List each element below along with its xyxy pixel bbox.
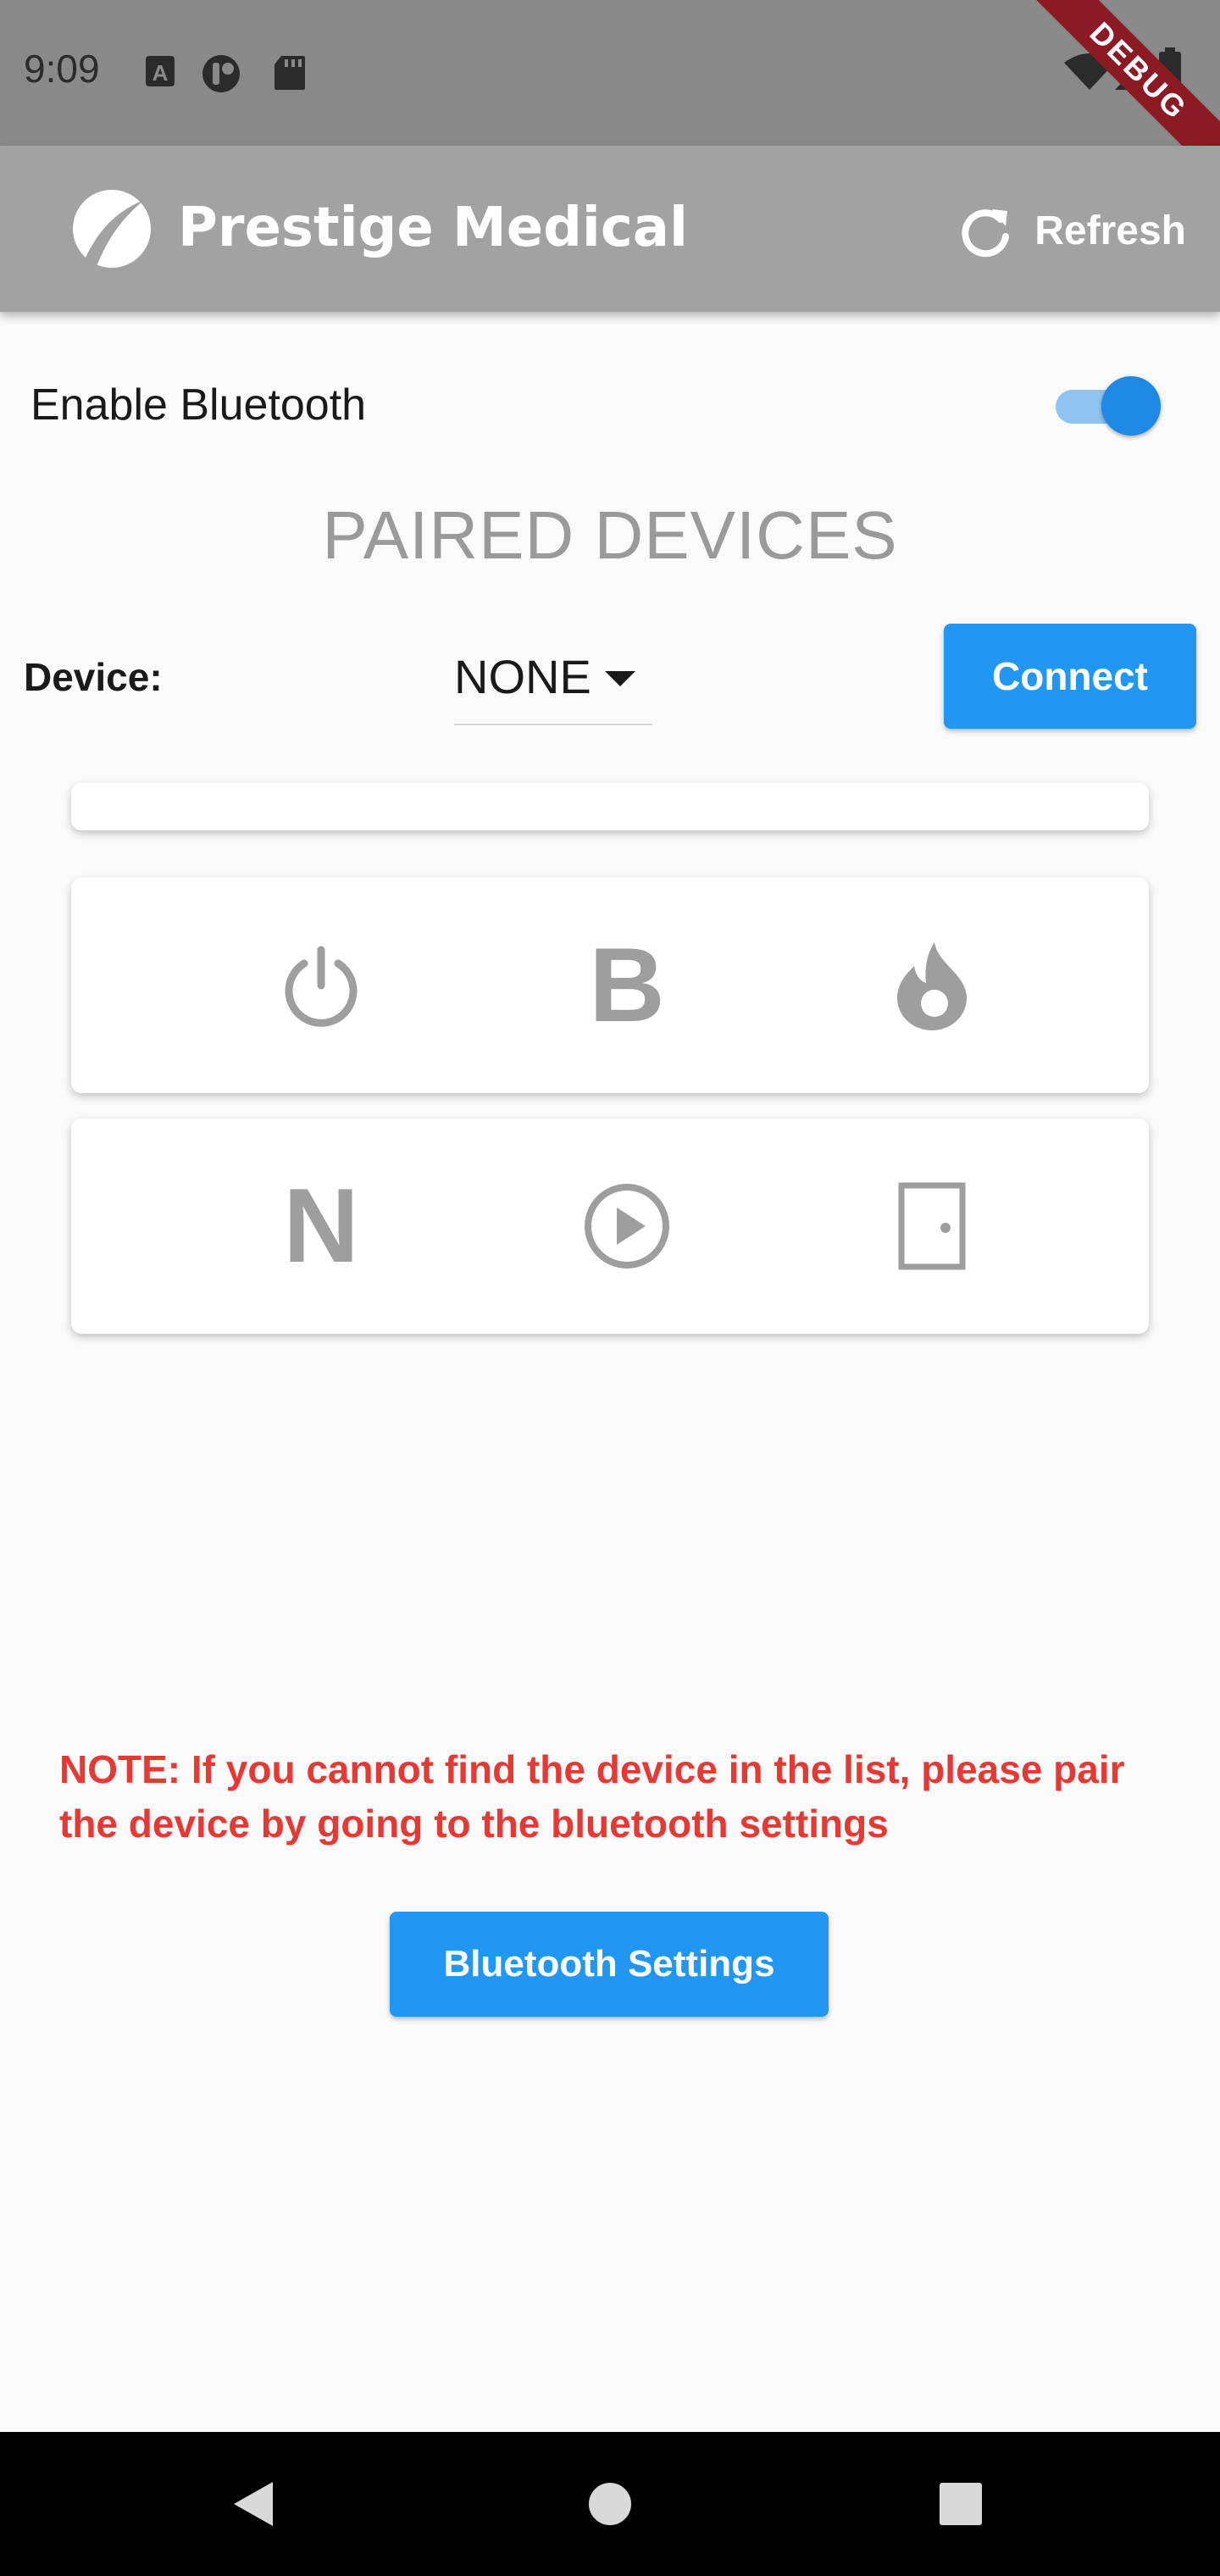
flame-icon (897, 942, 967, 1030)
svg-text:A: A (152, 60, 169, 86)
refresh-icon (962, 209, 1010, 258)
power-button[interactable] (266, 930, 376, 1041)
status-time: 9:09 (24, 47, 100, 91)
text-notification-icon: A (146, 56, 175, 86)
device-dropdown[interactable]: NONE (454, 637, 652, 725)
status-bar: 9:09 A (0, 0, 1220, 146)
door-button[interactable] (877, 1171, 987, 1281)
n-letter-icon: N (283, 1168, 359, 1285)
app-notification-icon (202, 55, 240, 92)
b-letter-icon: B (589, 927, 665, 1044)
paired-devices-title: PAIRED DEVICES (322, 497, 898, 573)
play-circle-icon (585, 1184, 669, 1269)
signal-icon (1115, 54, 1149, 90)
power-icon (285, 946, 358, 1027)
back-icon (234, 2482, 273, 2526)
bluetooth-toggle[interactable] (1052, 376, 1162, 436)
control-card-row-1: B (71, 878, 1149, 1093)
recents-button[interactable] (939, 2432, 983, 2576)
refresh-label: Refresh (1034, 208, 1186, 253)
control-card-row-2: N (71, 1119, 1149, 1334)
device-info-card (71, 783, 1149, 830)
enable-bluetooth-label: Enable Bluetooth (30, 380, 367, 430)
b-mode-button[interactable]: B (572, 930, 682, 1041)
wifi-icon (1064, 53, 1115, 90)
device-dropdown-value: NONE (454, 650, 591, 703)
door-icon (898, 1182, 966, 1270)
toggle-thumb (1101, 376, 1161, 436)
pairing-note: NOTE: If you cannot find the device in t… (59, 1747, 1125, 1846)
chevron-down-icon (605, 671, 635, 686)
home-button[interactable] (588, 2432, 632, 2576)
refresh-button[interactable]: Refresh (958, 188, 1186, 273)
play-button[interactable] (572, 1171, 682, 1281)
connect-button[interactable]: Connect (944, 624, 1196, 729)
bluetooth-settings-button[interactable]: Bluetooth Settings (390, 1912, 829, 2017)
n-mode-button[interactable]: N (266, 1171, 376, 1281)
app-bar: Prestige Medical Refresh (0, 146, 1220, 312)
logo-icon (73, 190, 151, 268)
device-label: Device: (24, 655, 163, 699)
battery-icon (1159, 47, 1181, 91)
app-title: Prestige Medical (178, 197, 688, 259)
recents-icon (940, 2483, 982, 2525)
sd-card-icon (274, 56, 305, 90)
back-button[interactable] (229, 2432, 276, 2576)
home-icon (589, 2483, 631, 2525)
navigation-bar (0, 2432, 1220, 2576)
heat-button[interactable] (877, 930, 987, 1041)
